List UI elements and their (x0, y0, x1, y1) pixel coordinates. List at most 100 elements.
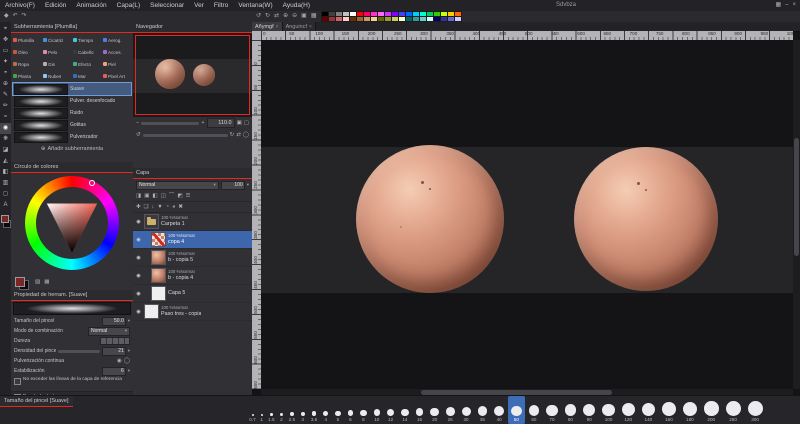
subtool-group[interactable]: Planta (12, 70, 42, 82)
move-tool[interactable]: ✥ (0, 35, 11, 46)
subtool-group[interactable]: Gis (42, 58, 72, 70)
eyedropper-tool[interactable]: ◓ (0, 68, 11, 79)
painted-sphere-left[interactable] (356, 145, 504, 293)
brush-size-option[interactable]: 2 (276, 396, 286, 424)
menu-item[interactable]: Ver (189, 0, 209, 11)
subtool-group[interactable]: Tiempo (72, 34, 102, 46)
fit-to-screen-icon[interactable]: ▣ (299, 11, 309, 22)
layer-row[interactable]: ◉ 100 %Normal Paso tres - copia (133, 303, 252, 321)
color-swatch[interactable] (405, 11, 413, 17)
stabilization-row[interactable]: Estabilización 6 ▾ (11, 366, 133, 376)
canvas-tab[interactable]: Añymgf × (252, 22, 283, 31)
color-set-icon[interactable]: ▦ (773, 0, 783, 11)
flip-horizontal-icon[interactable]: ⇄ (272, 11, 281, 22)
brush-item[interactable]: Gotitas (13, 119, 131, 131)
color-swatch[interactable] (342, 11, 350, 17)
lock-layer-icon[interactable]: ▣ (144, 191, 149, 201)
clip-studio-icon[interactable]: ◆ (2, 11, 11, 22)
vertical-scrollbar[interactable] (793, 40, 800, 389)
brush-size-option[interactable]: 180 (679, 396, 700, 424)
scrollbar-thumb[interactable] (794, 137, 799, 257)
flip-horizontal-icon[interactable]: ⇄ (236, 130, 241, 140)
brush-size-option[interactable]: 12 (384, 396, 398, 424)
visibility-eye-icon[interactable]: ◉ (135, 273, 142, 279)
subtool-group[interactable]: Aerog. (102, 34, 132, 46)
zoom-in-icon[interactable]: ⊕ (281, 11, 290, 22)
subtool-group[interactable]: Nubes (42, 70, 72, 82)
color-swatch[interactable] (370, 16, 378, 22)
color-swatch[interactable] (328, 16, 336, 22)
color-swatch[interactable] (321, 11, 329, 17)
brush-size-option[interactable]: 25 (442, 396, 458, 424)
brush-size-option[interactable]: 60 (525, 396, 543, 424)
color-swatch[interactable] (440, 16, 448, 22)
reset-view-icon[interactable]: ◯ (243, 130, 249, 140)
reference-layer-checkbox-row[interactable]: No exceder las líneas de la capa de refe… (11, 376, 133, 391)
stabilization-value[interactable]: 6 (101, 366, 126, 376)
layer-opacity-value[interactable]: 100 (220, 180, 245, 190)
subtool-group[interactable]: Ropa (12, 58, 42, 70)
color-swatch[interactable] (377, 11, 385, 17)
actual-size-icon[interactable]: ▢ (244, 118, 249, 128)
operation-tool[interactable]: ⌖ (0, 24, 11, 35)
subtool-group[interactable]: Acces. (102, 46, 132, 58)
navigator-preview[interactable] (133, 33, 252, 117)
pen-tool[interactable]: ✎ (0, 90, 11, 101)
color-swatch[interactable] (398, 16, 406, 22)
navigator-view-rectangle[interactable] (135, 35, 250, 115)
color-swatch[interactable] (363, 16, 371, 22)
brush-size-option[interactable]: 90 (580, 396, 599, 424)
brush-size-option[interactable]: 140 (638, 396, 658, 424)
layer-color-icon[interactable]: ◩ (177, 191, 182, 201)
color-swatch[interactable] (321, 16, 329, 22)
stepper-icon[interactable]: ▾ (128, 368, 130, 374)
primary-color-chip[interactable] (1, 215, 9, 223)
hardness-row[interactable]: Dureza (11, 336, 133, 346)
layer-row[interactable]: ◉ 100 %Normal Carpeta 1 (133, 213, 252, 231)
layer-row[interactable]: ◉ Capa 5 (133, 285, 252, 303)
new-layer-icon[interactable]: ✚ (136, 202, 141, 212)
menu-item[interactable]: Ayuda(H) (278, 0, 315, 11)
color-swatch[interactable] (426, 16, 434, 22)
brush-size-option[interactable]: 2.5 (286, 396, 297, 424)
brush-size-option[interactable]: 300 (744, 396, 766, 424)
brush-size-option[interactable]: 200 (700, 396, 722, 424)
color-swatch[interactable] (433, 16, 441, 22)
undo-icon[interactable]: ↶ (11, 11, 20, 22)
color-wheel-header[interactable]: Círculo de colores (11, 162, 133, 173)
brush-size-option[interactable]: 14 (398, 396, 412, 424)
color-swatch[interactable] (363, 11, 371, 17)
zoom-out-icon[interactable]: − (136, 118, 139, 128)
blend-mode-select[interactable]: Normal ▾ (88, 326, 130, 336)
brush-size-row[interactable]: Tamaño del pincel 50.0 ▾ (11, 316, 133, 326)
brush-size-option[interactable]: 1 (257, 396, 266, 424)
color-swatch[interactable] (440, 11, 448, 17)
continuous-spray-row[interactable]: Pulverización continua ◉ ◯ (11, 356, 133, 366)
layer-row[interactable]: ◉ 100 %Normal copa 4 (133, 231, 252, 249)
palette-menu-icon[interactable]: ☰ (186, 191, 191, 201)
subtool-palette-header[interactable]: Subherramienta [Plumilla] (11, 22, 133, 33)
color-swatch[interactable] (384, 16, 392, 22)
layer-row[interactable]: ◉ 100 %Normal b - copia 4 (133, 267, 252, 285)
density-row[interactable]: Densidad del pincel 21 ▾ (11, 346, 133, 356)
ruler-icon[interactable]: ⌒ (169, 191, 175, 201)
zoom-in-icon[interactable]: + (201, 118, 204, 128)
close-icon[interactable]: × (309, 24, 312, 30)
color-swatch[interactable] (419, 16, 427, 22)
color-swatch[interactable] (447, 11, 455, 17)
brush-size-option[interactable]: 16 (412, 396, 427, 424)
color-swatch[interactable] (384, 11, 392, 17)
color-swatch[interactable] (328, 11, 336, 17)
brush-size-option[interactable]: 10 (370, 396, 384, 424)
spray-off-icon[interactable]: ◯ (124, 356, 130, 367)
canvas-tab[interactable]: Anguincf × (282, 22, 316, 31)
rotate-left-icon[interactable]: ↺ (254, 11, 263, 22)
fill-tool[interactable]: ◧ (0, 167, 11, 178)
auto-select-tool[interactable]: ✦ (0, 57, 11, 68)
color-swatch[interactable] (335, 16, 343, 22)
color-swatch[interactable] (356, 16, 364, 22)
color-swatch[interactable] (335, 11, 343, 17)
stepper-icon[interactable]: ▾ (128, 348, 130, 354)
brush-item[interactable]: Pulver. desenfocado (13, 95, 131, 107)
text-tool[interactable]: A (0, 200, 11, 211)
